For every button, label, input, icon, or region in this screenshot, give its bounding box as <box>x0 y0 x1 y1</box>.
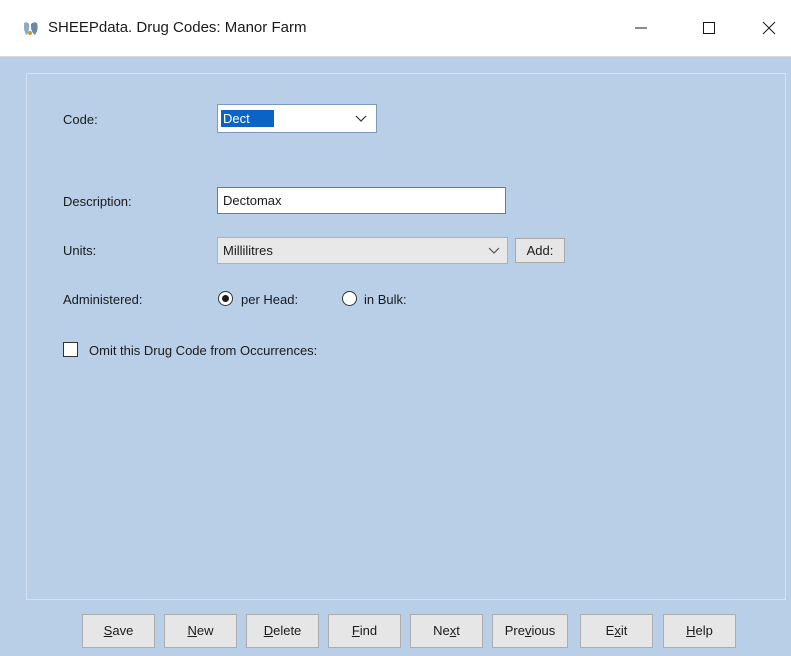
sheep-app-icon <box>24 22 38 35</box>
find-button-hotkey: F <box>351 623 360 638</box>
units-label: Units: <box>63 243 97 258</box>
new-button-hotkey: N <box>187 623 197 638</box>
chevron-down-icon <box>488 247 500 254</box>
minimize-button[interactable] <box>618 8 664 48</box>
description-label: Description: <box>63 194 132 209</box>
new-button-text-post: ew <box>196 623 214 638</box>
next-button-text-pre: Ne <box>433 623 450 638</box>
code-value: Dect <box>221 110 274 127</box>
minimize-icon <box>635 27 647 29</box>
exit-button-text-post: it <box>620 623 628 638</box>
per-head-label: per Head: <box>241 292 299 307</box>
previous-button-text-pre: Pre <box>504 623 525 638</box>
find-button[interactable]: Find <box>328 614 401 648</box>
description-value: Dectomax <box>223 193 282 208</box>
delete-button[interactable]: Delete <box>246 614 319 648</box>
find-button-text-post: ind <box>359 623 378 638</box>
title-bar: SHEEPdata. Drug Codes: Manor Farm <box>0 0 791 57</box>
next-button-text-post: t <box>456 623 460 638</box>
code-dropdown[interactable]: Dect <box>217 104 377 133</box>
delete-button-text-post: elete <box>273 623 302 638</box>
omit-label: Omit this Drug Code from Occurrences: <box>89 343 318 358</box>
chevron-down-icon <box>355 115 367 122</box>
omit-checkbox[interactable] <box>63 342 78 357</box>
previous-button[interactable]: Previous <box>492 614 568 648</box>
save-button-text-post: ave <box>112 623 134 638</box>
units-dropdown[interactable]: Millilitres <box>217 237 508 264</box>
save-button[interactable]: Save <box>82 614 155 648</box>
help-button[interactable]: Help <box>663 614 736 648</box>
help-button-hotkey: H <box>686 623 696 638</box>
help-button-text-post: elp <box>695 623 713 638</box>
delete-button-hotkey: D <box>263 623 274 638</box>
close-button[interactable] <box>746 8 791 48</box>
radio-selected-dot <box>222 295 229 302</box>
maximize-button[interactable] <box>686 8 732 48</box>
description-field[interactable]: Dectomax <box>217 187 506 214</box>
administered-label: Administered: <box>63 292 143 307</box>
add-units-button[interactable]: Add: <box>515 238 565 263</box>
previous-button-text-post: ious <box>531 623 556 638</box>
maximize-icon <box>703 22 715 34</box>
in-bulk-label: in Bulk: <box>364 292 407 307</box>
exit-button[interactable]: Exit <box>580 614 653 648</box>
form-panel <box>26 73 786 600</box>
units-value: Millilitres <box>223 243 273 258</box>
code-label: Code: <box>63 112 98 127</box>
in-bulk-radio[interactable] <box>342 291 357 306</box>
new-button[interactable]: New <box>164 614 237 648</box>
close-icon <box>762 21 776 35</box>
window-title: SHEEPdata. Drug Codes: Manor Farm <box>48 19 307 36</box>
per-head-radio[interactable] <box>218 291 233 306</box>
next-button[interactable]: Next <box>410 614 483 648</box>
